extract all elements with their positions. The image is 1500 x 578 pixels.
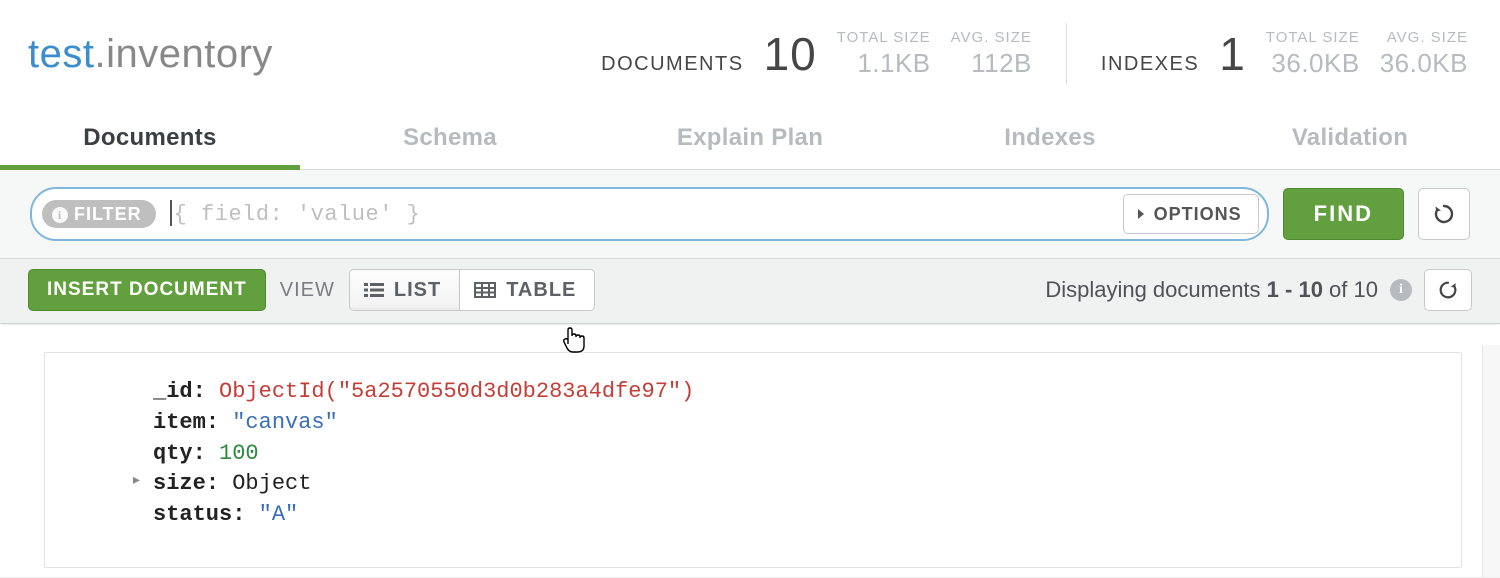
view-list-label: LIST [394, 279, 441, 302]
header-stats: DOCUMENTS 10 TOTAL SIZE 1.1KB AVG. SIZE … [601, 23, 1468, 85]
collection-tabs: Documents Schema Explain Plan Indexes Va… [0, 108, 1500, 170]
namespace-dot: . [94, 32, 106, 76]
refresh-icon [1437, 279, 1459, 301]
document-list: _id: ObjectId("5a2570550d3d0b283a4dfe97"… [0, 324, 1500, 568]
idx-total-size-pair: TOTAL SIZE 36.0KB [1266, 29, 1360, 79]
doc-field-status: status: "A" [153, 500, 1461, 531]
doc-field-qty: qty: 100 [153, 439, 1461, 470]
indexes-count: 1 [1219, 27, 1246, 81]
caret-right-icon [1136, 208, 1146, 220]
field-key-id: _id [153, 379, 193, 404]
vertical-scrollbar[interactable] [1482, 345, 1500, 578]
view-label: VIEW [280, 279, 335, 302]
svg-text:i: i [58, 208, 62, 222]
filter-placeholder: { field: 'value' } [174, 202, 421, 227]
collection-namespace: test.inventory [28, 32, 273, 77]
idx-total-size-value: 36.0KB [1271, 48, 1359, 79]
collection-header: test.inventory DOCUMENTS 10 TOTAL SIZE 1… [0, 0, 1500, 108]
docs-total-size-pair: TOTAL SIZE 1.1KB [837, 29, 931, 79]
list-icon [364, 282, 384, 298]
text-cursor [170, 200, 172, 226]
collection-name: inventory [106, 32, 273, 76]
documents-label: DOCUMENTS [601, 33, 743, 76]
insert-document-button[interactable]: INSERT DOCUMENT [28, 269, 266, 311]
stat-divider [1066, 23, 1067, 85]
doc-field-item: item: "canvas" [153, 408, 1461, 439]
field-value-qty: 100 [219, 441, 259, 466]
displaying-text: Displaying documents 1 - 10 of 10 [1045, 277, 1378, 303]
indexes-stat-group: INDEXES 1 TOTAL SIZE 36.0KB AVG. SIZE 36… [1101, 27, 1468, 81]
filter-input-wrap[interactable]: i FILTER { field: 'value' } OPTIONS [30, 187, 1269, 241]
documents-stat-group: DOCUMENTS 10 TOTAL SIZE 1.1KB AVG. SIZE … [601, 27, 1032, 81]
docs-avg-size-label: AVG. SIZE [951, 29, 1032, 46]
idx-avg-size-label: AVG. SIZE [1387, 29, 1468, 46]
tab-documents[interactable]: Documents [0, 108, 300, 170]
displaying-middle: of [1323, 277, 1354, 302]
field-key-size: size [153, 471, 206, 496]
filter-tag-label: FILTER [74, 204, 142, 225]
view-table-label: TABLE [506, 279, 576, 302]
docs-avg-size-value: 112B [971, 48, 1032, 79]
doc-field-size: ▸size: Object [153, 469, 1461, 500]
filter-tag: i FILTER [42, 200, 156, 228]
options-button[interactable]: OPTIONS [1123, 194, 1259, 234]
refresh-button[interactable] [1424, 269, 1472, 311]
tab-explain-plan[interactable]: Explain Plan [600, 108, 900, 169]
view-table-button[interactable]: TABLE [459, 270, 594, 310]
database-name: test [28, 32, 94, 76]
field-key-qty: qty [153, 441, 193, 466]
idx-avg-size-pair: AVG. SIZE 36.0KB [1380, 29, 1468, 79]
field-value-status: "A" [259, 502, 299, 527]
tab-schema[interactable]: Schema [300, 108, 600, 169]
objectid-value: "5a2570550d3d0b283a4dfe97" [338, 379, 681, 404]
field-key-status: status [153, 502, 232, 527]
field-value-item: "canvas" [232, 410, 338, 435]
table-icon [474, 282, 496, 298]
pagination-status: Displaying documents 1 - 10 of 10 i [1045, 269, 1472, 311]
idx-avg-size-value: 36.0KB [1380, 48, 1468, 79]
tab-validation[interactable]: Validation [1200, 108, 1500, 169]
displaying-total: 10 [1354, 277, 1378, 302]
displaying-prefix: Displaying documents [1045, 277, 1266, 302]
field-key-item: item [153, 410, 206, 435]
reset-button[interactable] [1418, 188, 1470, 240]
doc-field-id: _id: ObjectId("5a2570550d3d0b283a4dfe97"… [153, 377, 1461, 408]
docs-total-size-value: 1.1KB [857, 48, 930, 79]
field-value-size: Object [232, 471, 311, 496]
documents-toolbar: INSERT DOCUMENT VIEW LIST TABLE Displayi… [0, 259, 1500, 324]
expand-caret-icon[interactable]: ▸ [131, 469, 142, 494]
objectid-prefix: ObjectId( [219, 379, 338, 404]
view-toggle: LIST TABLE [349, 269, 596, 311]
query-bar: i FILTER { field: 'value' } OPTIONS FIND [0, 170, 1500, 259]
idx-total-size-label: TOTAL SIZE [1266, 29, 1360, 46]
docs-total-size-label: TOTAL SIZE [837, 29, 931, 46]
info-icon[interactable]: i [1390, 279, 1412, 301]
displaying-range: 1 - 10 [1267, 277, 1323, 302]
filter-input[interactable]: { field: 'value' } [156, 201, 1123, 227]
document-card[interactable]: _id: ObjectId("5a2570550d3d0b283a4dfe97"… [44, 352, 1462, 568]
view-list-button[interactable]: LIST [350, 270, 459, 310]
docs-avg-size-pair: AVG. SIZE 112B [951, 29, 1032, 79]
options-label: OPTIONS [1154, 204, 1242, 225]
find-button[interactable]: FIND [1283, 188, 1404, 240]
info-icon: i [52, 207, 68, 223]
history-icon [1432, 202, 1456, 226]
objectid-suffix: ) [681, 379, 694, 404]
tab-indexes[interactable]: Indexes [900, 108, 1200, 169]
indexes-label: INDEXES [1101, 33, 1199, 76]
documents-count: 10 [764, 27, 817, 81]
